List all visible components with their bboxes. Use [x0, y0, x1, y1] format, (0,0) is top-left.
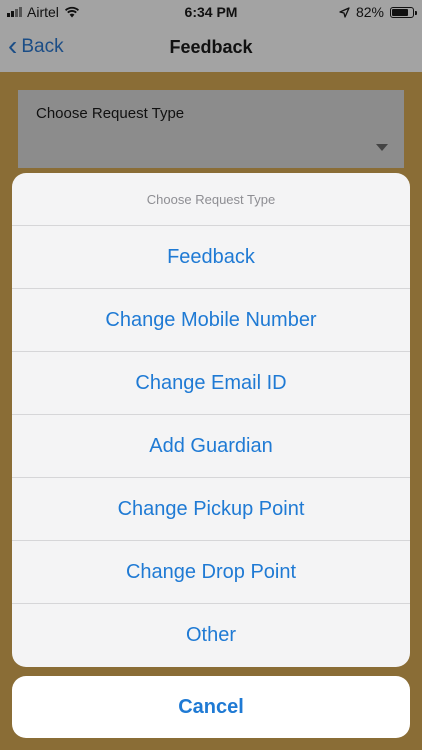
battery-percent: 82%: [355, 4, 384, 20]
action-sheet-title: Choose Request Type: [12, 173, 410, 226]
request-type-dropdown[interactable]: Choose Request Type: [18, 90, 404, 168]
option-feedback[interactable]: Feedback: [12, 226, 410, 289]
option-change-drop-point[interactable]: Change Drop Point: [12, 541, 410, 604]
battery-fill: [392, 8, 409, 16]
action-sheet: Choose Request Type Feedback Change Mobi…: [12, 173, 410, 667]
chevron-down-icon: [376, 144, 388, 151]
option-change-email-id[interactable]: Change Email ID: [12, 352, 410, 415]
option-add-guardian[interactable]: Add Guardian: [12, 415, 410, 478]
option-change-pickup-point[interactable]: Change Pickup Point: [12, 478, 410, 541]
option-change-mobile-number[interactable]: Change Mobile Number: [12, 289, 410, 352]
page-title: Feedback: [169, 37, 253, 57]
navigation-bar: ‹ Back Feedback: [0, 24, 422, 72]
location-arrow-icon: [339, 6, 350, 18]
option-other[interactable]: Other: [12, 604, 410, 666]
request-type-label: Choose Request Type: [36, 105, 185, 122]
cancel-button[interactable]: Cancel: [12, 676, 410, 738]
status-bar: Airtel 6:34 PM 82%: [0, 0, 422, 24]
battery-icon: [390, 6, 417, 18]
status-right: 82%: [339, 4, 417, 20]
